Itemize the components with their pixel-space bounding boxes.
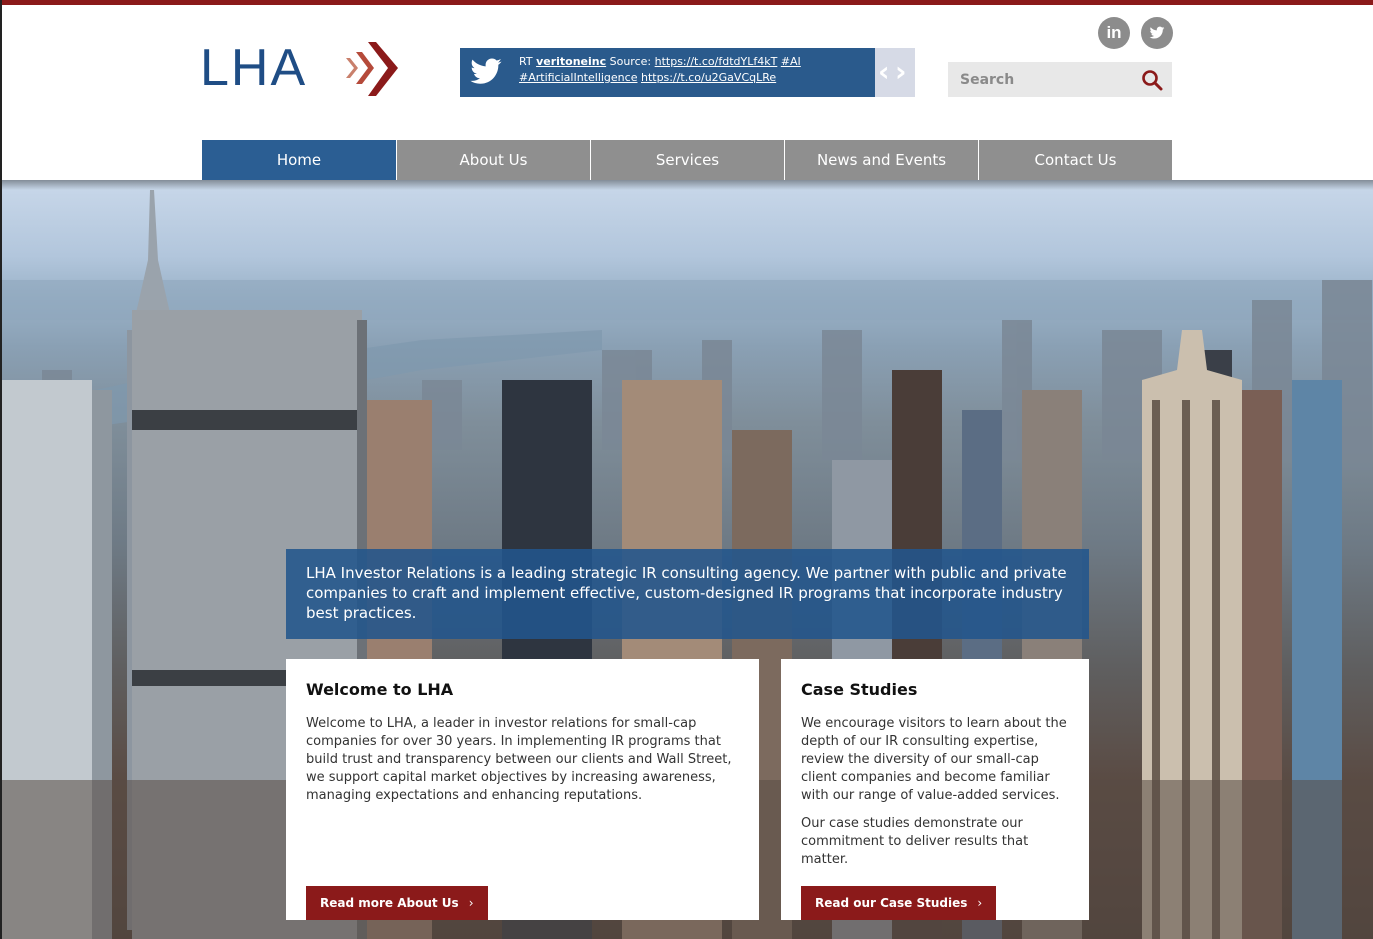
tweet-hashtag-ai[interactable]: #AI <box>781 55 801 68</box>
hero-top-shadow <box>2 180 1373 190</box>
tweet-link-1[interactable]: https://t.co/fdtdYLf4kT <box>655 55 778 68</box>
case-studies-body-2: Our case studies demonstrate our commitm… <box>801 816 1029 867</box>
nav-about-us[interactable]: About Us <box>396 140 590 180</box>
twitter-icon[interactable] <box>1141 17 1173 49</box>
top-accent-bar <box>0 0 1373 5</box>
nav-home[interactable]: Home <box>202 140 396 180</box>
tweet-hashtag-artificial-intelligence[interactable]: #ArtificialIntelligence <box>519 71 637 84</box>
tweet-source-label: Source: <box>609 55 652 68</box>
logo-wordmark: LHA <box>200 39 308 97</box>
nav-contact-us[interactable]: Contact Us <box>978 140 1172 180</box>
twitter-glyph-icon <box>1149 26 1165 39</box>
twitter-feed-ticker: RT veritoneinc Source: https://t.co/fdtd… <box>460 48 875 97</box>
welcome-card: Welcome to LHA Welcome to LHA, a leader … <box>286 659 759 920</box>
case-studies-body-1: We encourage visitors to learn about the… <box>801 716 1067 803</box>
search-box <box>948 62 1172 97</box>
case-studies-card: Case Studies We encourage visitors to le… <box>781 659 1089 920</box>
main-nav: Home About Us Services News and Events C… <box>202 140 1172 180</box>
search-input[interactable] <box>948 62 1133 97</box>
chevron-right-icon: › <box>977 896 983 910</box>
nav-services[interactable]: Services <box>590 140 784 180</box>
linkedin-icon[interactable]: in <box>1098 17 1130 49</box>
welcome-title: Welcome to LHA <box>306 680 454 699</box>
case-studies-title: Case Studies <box>801 680 918 699</box>
welcome-body: Welcome to LHA, a leader in investor rel… <box>306 716 732 803</box>
search-icon[interactable] <box>1140 68 1164 92</box>
read-more-about-us-button[interactable]: Read more About Us › <box>306 886 488 920</box>
logo-chevrons-icon <box>346 42 398 96</box>
tweet-prefix: RT <box>519 55 533 68</box>
tweet-next-icon[interactable]: › <box>895 55 907 89</box>
tweet-user-link[interactable]: veritoneinc <box>536 55 606 68</box>
tweet-link-2[interactable]: https://t.co/u2GaVCqLRe <box>641 71 776 84</box>
twitter-bird-icon <box>470 58 502 84</box>
lha-logo[interactable]: LHA <box>200 38 405 100</box>
nav-news-and-events[interactable]: News and Events <box>784 140 978 180</box>
read-more-about-us-label: Read more About Us <box>320 896 459 910</box>
tweet-text: RT veritoneinc Source: https://t.co/fdtd… <box>519 54 869 86</box>
read-case-studies-label: Read our Case Studies <box>815 896 968 910</box>
tweet-prev-icon[interactable]: ‹ <box>878 55 890 89</box>
chevron-right-icon: › <box>468 896 474 910</box>
read-case-studies-button[interactable]: Read our Case Studies › <box>801 886 997 920</box>
tweet-pager: ‹ › <box>875 48 915 97</box>
hero-tagline: LHA Investor Relations is a leading stra… <box>286 549 1089 639</box>
